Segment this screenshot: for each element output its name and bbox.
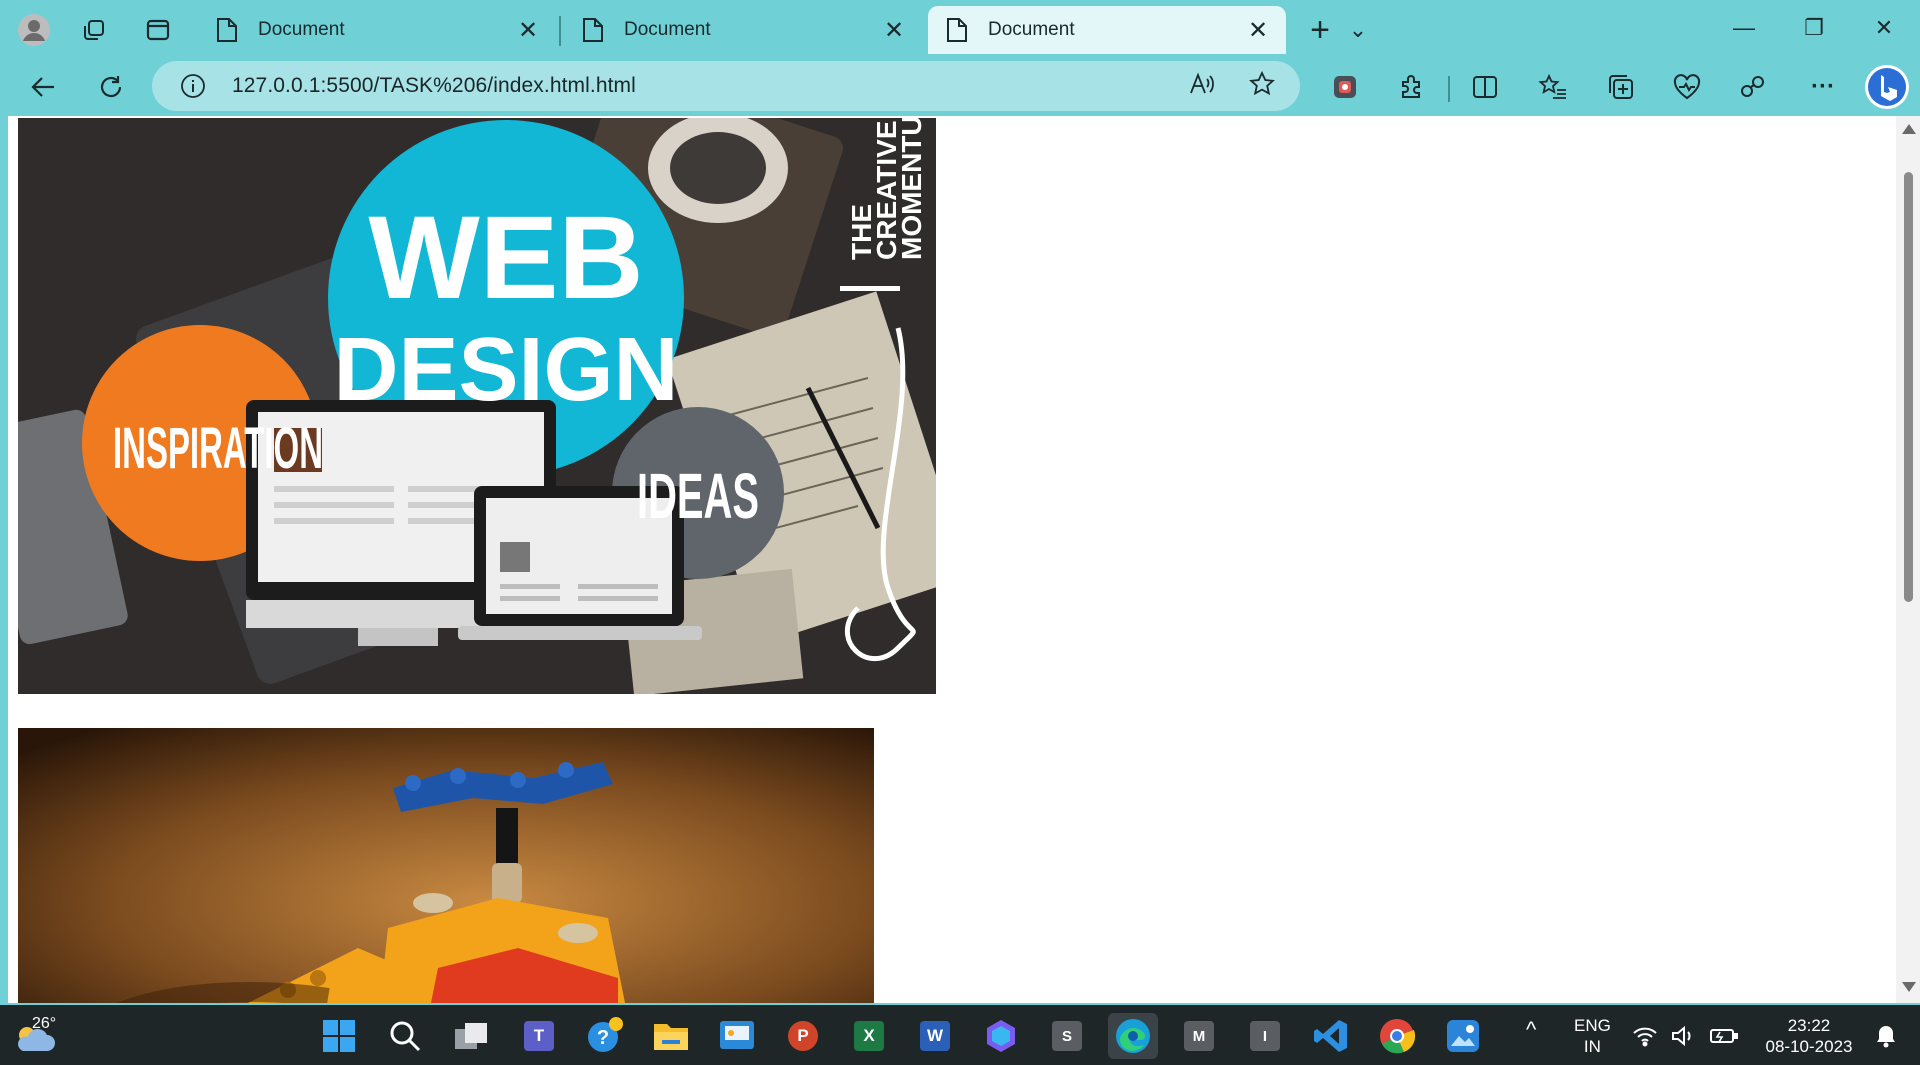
scrollbar-thumb[interactable]	[1904, 172, 1913, 602]
language-code: ENG	[1574, 1016, 1611, 1035]
tab-close-button[interactable]: ✕	[514, 16, 542, 45]
i-app-icon[interactable]: I	[1240, 1013, 1290, 1059]
web-design-image: WEB DESIGN INSPIRATION IDEAS THE CREATIV…	[18, 118, 936, 694]
svg-text:?: ?	[597, 1027, 609, 1049]
inspiration-label: INSPIRATION	[113, 416, 323, 481]
weather-temperature: 26°	[32, 1015, 57, 1032]
collections-icon[interactable]	[1594, 62, 1648, 112]
tab-divider	[559, 16, 561, 46]
windows-taskbar: 26° T ? P X W S M I ^ ENG IN 23:22 08-10…	[0, 1003, 1920, 1065]
tab-close-button[interactable]: ✕	[880, 16, 908, 45]
browser-toolbar: 127.0.0.1:5500/TASK%206/index.html.html …	[0, 58, 1920, 116]
page-scrollbar[interactable]	[1896, 116, 1920, 1003]
read-aloud-icon[interactable]	[1182, 66, 1222, 102]
show-hidden-icons-chevron[interactable]: ^	[1526, 1019, 1536, 1041]
tab-3-active[interactable]: Document ✕	[928, 6, 1286, 54]
teams-icon[interactable]: T	[514, 1013, 564, 1059]
clock-time: 23:22	[1787, 1016, 1831, 1035]
favorite-star-icon[interactable]	[1242, 66, 1282, 102]
web-headline: WEB	[368, 192, 643, 324]
s-app-icon[interactable]: S	[1042, 1013, 1092, 1059]
settings-extension-icon[interactable]	[1726, 62, 1780, 112]
news-icon[interactable]	[712, 1013, 762, 1059]
tab-1[interactable]: Document ✕	[198, 6, 556, 54]
file-explorer-icon[interactable]	[646, 1013, 696, 1059]
scroll-up-arrow-icon[interactable]	[1902, 124, 1916, 134]
clock-date: 08-10-2023	[1765, 1037, 1853, 1056]
split-screen-icon[interactable]	[1458, 62, 1512, 112]
region-code: IN	[1583, 1037, 1601, 1056]
more-menu-button[interactable]: ···	[1796, 62, 1850, 112]
extension-app-icon[interactable]	[1318, 62, 1372, 112]
start-icon[interactable]	[314, 1013, 364, 1059]
search-icon[interactable]	[380, 1013, 430, 1059]
vertical-text-momentum: MOMENTUM	[896, 118, 927, 260]
address-bar[interactable]: 127.0.0.1:5500/TASK%206/index.html.html	[152, 61, 1300, 111]
scroll-down-arrow-icon[interactable]	[1902, 982, 1916, 992]
bing-icon	[1865, 65, 1909, 109]
document-icon	[947, 18, 967, 42]
tab-close-button[interactable]: ✕	[1244, 16, 1272, 45]
workspaces-icon[interactable]	[70, 8, 118, 52]
extensions-puzzle-icon[interactable]	[1384, 62, 1438, 112]
document-icon	[583, 18, 603, 42]
profile-avatar-icon[interactable]	[10, 8, 58, 52]
vertical-tabs-icon[interactable]	[134, 8, 182, 52]
tab-label: Document	[624, 19, 711, 40]
site-info-icon[interactable]	[180, 73, 206, 99]
tab-actions-chevron-icon[interactable]: ⌄	[1334, 8, 1382, 52]
word-icon[interactable]: W	[910, 1013, 960, 1059]
copilot-icon[interactable]	[976, 1013, 1026, 1059]
tab-label: Document	[988, 19, 1075, 40]
minimize-button[interactable]: —	[1714, 6, 1774, 50]
wifi-icon[interactable]	[1630, 1013, 1660, 1059]
language-indicator[interactable]: ENG IN	[1574, 1015, 1611, 1057]
ideas-label: IDEAS	[637, 460, 759, 532]
tab-strip: Document ✕ Document ✕ Document ✕ + ⌄ — ❐…	[0, 0, 1920, 58]
back-button[interactable]	[18, 62, 68, 112]
clock[interactable]: 23:22 08-10-2023	[1750, 1015, 1868, 1057]
help-icon[interactable]: ?	[580, 1013, 630, 1059]
toolbar-divider	[1448, 76, 1450, 102]
refresh-icon	[100, 76, 122, 98]
task-view-icon[interactable]	[446, 1013, 496, 1059]
battery-icon[interactable]	[1706, 1013, 1742, 1059]
close-window-button[interactable]: ✕	[1854, 6, 1914, 50]
tab-label: Document	[258, 19, 345, 40]
restore-button[interactable]: ❐	[1784, 6, 1844, 50]
photos-icon[interactable]	[1438, 1013, 1488, 1059]
tab-2[interactable]: Document ✕	[564, 6, 922, 54]
page-viewport: WEB DESIGN INSPIRATION IDEAS THE CREATIV…	[8, 116, 1920, 1003]
copilot-bing-button[interactable]	[1860, 62, 1914, 112]
design-headline: DESIGN	[333, 320, 678, 420]
url-text[interactable]: 127.0.0.1:5500/TASK%206/index.html.html	[232, 74, 636, 98]
browser-essentials-icon[interactable]	[1660, 62, 1714, 112]
vscode-icon[interactable]	[1306, 1013, 1356, 1059]
powerpoint-icon[interactable]: P	[778, 1013, 828, 1059]
chrome-icon[interactable]	[1372, 1013, 1422, 1059]
edge-icon[interactable]	[1108, 1013, 1158, 1059]
back-arrow-icon	[31, 77, 54, 97]
document-icon	[217, 18, 237, 42]
m-app-icon[interactable]: M	[1174, 1013, 1224, 1059]
toy-robot-image	[18, 728, 874, 1003]
favorites-list-icon[interactable]	[1526, 62, 1580, 112]
refresh-button[interactable]	[86, 62, 136, 112]
excel-icon[interactable]: X	[844, 1013, 894, 1059]
notification-bell-icon[interactable]	[1866, 1013, 1906, 1059]
volume-icon[interactable]	[1668, 1013, 1698, 1059]
